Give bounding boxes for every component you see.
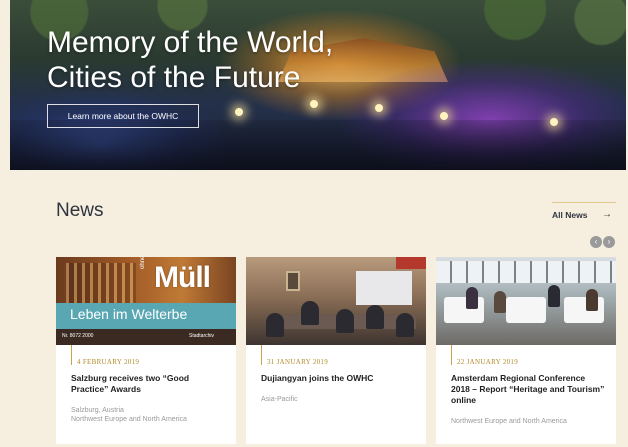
news-card[interactable]: ohne Müll Leben im Welterbe Nr. 8072 200… [56,257,236,444]
news-card-image [436,257,616,345]
image-wall-picture [286,271,300,291]
all-news-link[interactable]: All News → [552,202,616,224]
image-person [266,313,284,337]
image-person [366,305,384,329]
image-small-text: Stadtarchiv [188,333,214,339]
news-region: Northwest Europe and North America [71,416,187,423]
news-date: 22 JANUARY 2019 [457,358,519,366]
learn-more-button[interactable]: Learn more about the OWHC [47,104,199,128]
news-card-image: ohne Müll Leben im Welterbe Nr. 8072 200… [56,257,236,345]
image-banner-text: Leben im Welterbe [70,306,188,322]
hero-lamp [440,112,448,120]
image-person [586,289,598,311]
image-brand: Müll [154,261,211,294]
hero-title: Memory of the World, Cities of the Futur… [47,25,333,95]
image-brand-box: ohne Müll [138,257,222,303]
carousel-next-button[interactable]: › [603,236,615,248]
image-red-banner [396,257,426,269]
news-title[interactable]: Amsterdam Regional Conference 2018 – Rep… [451,373,606,406]
image-person [466,287,478,309]
date-accent-line [451,345,452,365]
carousel-prev-button[interactable]: ‹ [590,236,602,248]
image-window [66,263,136,303]
news-heading: News [56,200,104,221]
news-card-image [246,257,426,345]
image-table [444,297,484,323]
chevron-left-icon: ‹ [594,237,598,246]
hero-lamp [375,104,383,112]
chevron-right-icon: › [607,237,611,246]
image-table [506,297,546,323]
arrow-right-icon: → [602,209,612,220]
date-accent-line [261,345,262,365]
image-person [301,301,319,325]
news-card[interactable]: 22 JANUARY 2019 Amsterdam Regional Confe… [436,257,616,444]
news-location: Salzburg, Austria [71,407,124,414]
image-small-text: Nr. 8072 2000 [62,333,94,339]
hero-lamp [310,100,318,108]
news-region: Asia-Pacific [261,396,298,403]
hero-title-line1: Memory of the World, [47,26,334,59]
image-windows [436,261,616,283]
hero-lamp [235,108,243,116]
news-title[interactable]: Dujiangyan joins the OWHC [261,373,416,384]
news-title[interactable]: Salzburg receives two “Good Practice” Aw… [71,373,226,395]
image-table [564,297,604,323]
all-news-label: All News [552,210,588,220]
hero-lamp [550,118,558,126]
date-accent-line [71,345,72,365]
hero-title-line2: Cities of the Future [47,61,301,94]
news-date: 4 FEBRUARY 2019 [77,358,140,366]
image-person [548,285,560,307]
image-person [336,309,354,333]
news-region: Northwest Europe and North America [451,418,567,425]
image-brand-small: ohne [140,257,146,269]
image-person [396,313,414,337]
news-date: 31 JANUARY 2019 [267,358,329,366]
image-screen [356,271,412,305]
news-card[interactable]: 31 JANUARY 2019 Dujiangyan joins the OWH… [246,257,426,444]
image-person [494,291,506,313]
